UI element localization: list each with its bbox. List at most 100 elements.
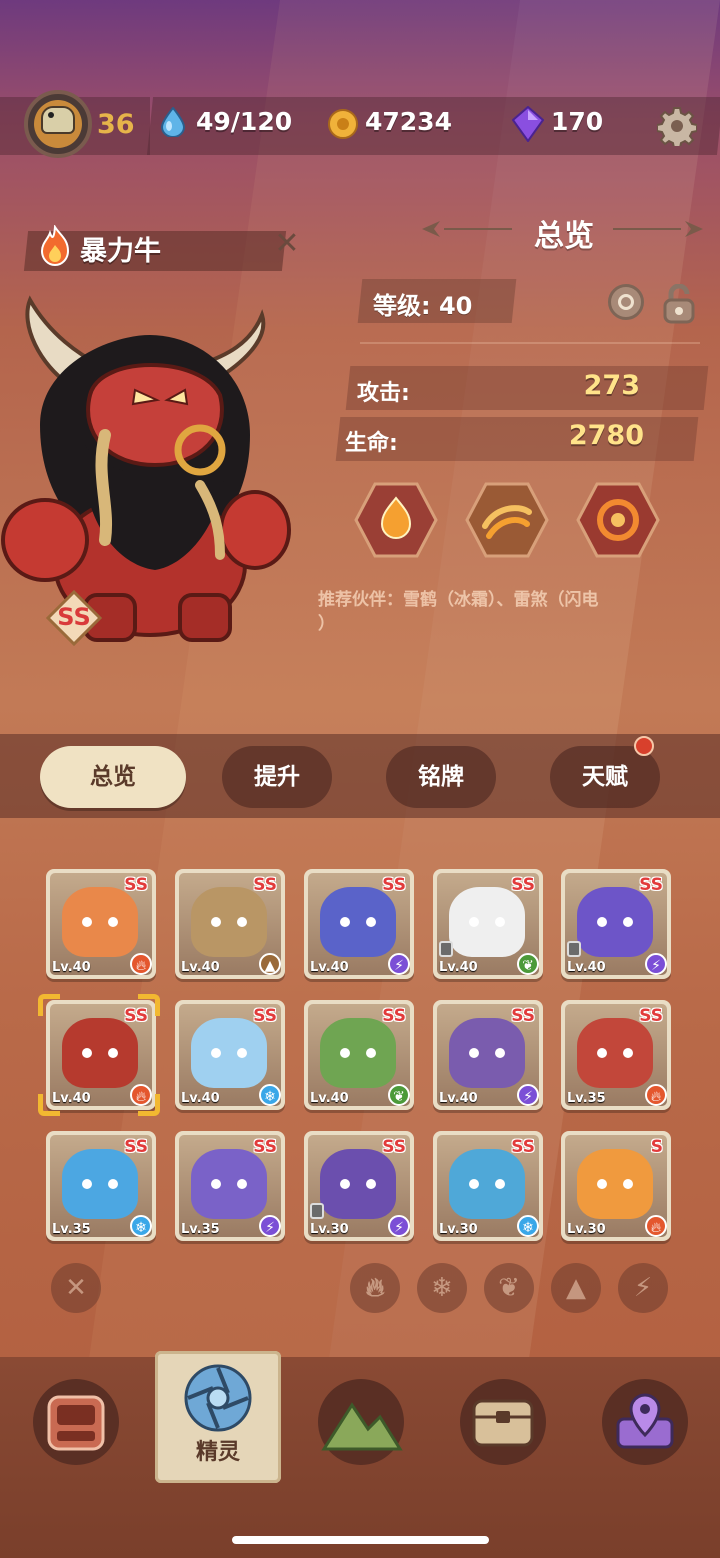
lightning-element-icon: ⚡︎ (388, 953, 410, 975)
lightning-element-icon: ⚡︎ (388, 1215, 410, 1237)
nav-world[interactable] (318, 1379, 404, 1465)
pet-portrait-figure (191, 1149, 267, 1219)
lock-icon (310, 1203, 324, 1219)
fire-element-icon: 🔥︎ (645, 1084, 667, 1106)
pet-eye (108, 1048, 118, 1058)
energy-value: 49/120 (196, 107, 293, 136)
backpack-icon (47, 1395, 105, 1451)
pet-name: 暴力牛 (80, 236, 161, 267)
pet-eye (366, 917, 376, 927)
title-ornament-left (422, 221, 512, 237)
lightning-element-icon: ⚡︎ (259, 1215, 281, 1237)
notification-badge (634, 736, 654, 756)
pet-eye (340, 1179, 350, 1189)
fire-element-icon: 🔥︎ (645, 1215, 667, 1237)
filter-ice-icon[interactable]: ❄ (417, 1263, 467, 1313)
pet-card[interactable]: SS Lv.30 ⚡︎ (304, 1131, 414, 1241)
pet-eye (623, 1179, 633, 1189)
skill-swirl-icon[interactable] (576, 482, 660, 558)
nav-backpack[interactable] (33, 1379, 119, 1465)
pet-portrait-figure (320, 1149, 396, 1219)
selection-corner-bl (38, 1094, 60, 1116)
skill-fire-drop-icon[interactable] (354, 482, 438, 558)
pet-character-illustration (1, 295, 291, 642)
pet-eye (597, 1048, 607, 1058)
pet-eye (340, 917, 350, 927)
pet-card[interactable]: SS Lv.40 ❦ (433, 869, 543, 979)
pet-eye (366, 1179, 376, 1189)
pet-card[interactable]: SS Lv.40 ⚡︎ (433, 1000, 543, 1110)
card-level: Lv.40 (52, 960, 91, 975)
pet-eye (211, 1179, 221, 1189)
pet-card[interactable]: SS Lv.40 ⚡︎ (561, 869, 671, 979)
tab-overview[interactable]: 总览 (40, 746, 186, 808)
skill-claw-icon[interactable] (465, 482, 549, 558)
selection-corner-tl (38, 994, 60, 1016)
pet-portrait-figure (191, 887, 267, 957)
pet-eye (366, 1048, 376, 1058)
filter-fire-icon[interactable]: 🔥︎ (350, 1263, 400, 1313)
card-rarity: SS (511, 1137, 535, 1157)
ice-element-icon: ❄ (517, 1215, 539, 1237)
pet-card[interactable]: SS Lv.35 ❄ (46, 1131, 156, 1241)
pet-portrait-figure (320, 1018, 396, 1088)
rarity-badge: SS (45, 589, 103, 647)
card-level: Lv.35 (181, 1222, 220, 1237)
pet-card[interactable]: SS Lv.30 ❄ (433, 1131, 543, 1241)
attack-label: 攻击: (357, 381, 410, 406)
pet-card[interactable]: SS Lv.35 ⚡︎ (175, 1131, 285, 1241)
card-level: Lv.40 (439, 960, 478, 975)
pet-eye (340, 1048, 350, 1058)
player-avatar[interactable] (24, 90, 92, 158)
tab-upgrade[interactable]: 提升 (222, 746, 332, 808)
lock-icon (439, 941, 453, 957)
unlock-icon[interactable] (661, 284, 697, 324)
close-icon[interactable]: ✕ (272, 229, 302, 259)
pet-eye (597, 917, 607, 927)
attack-value: 273 (583, 370, 640, 401)
pet-eye (623, 1048, 633, 1058)
pet-eye (82, 917, 92, 927)
pet-card[interactable]: SS Lv.40 🔥︎ (46, 869, 156, 979)
coin-value: 47234 (365, 107, 452, 136)
pet-portrait-figure (577, 1018, 653, 1088)
ice-element-icon: ❄ (259, 1084, 281, 1106)
pet-card[interactable]: SS Lv.40 ❦ (304, 1000, 414, 1110)
home-indicator (232, 1536, 489, 1544)
pet-eye (82, 1048, 92, 1058)
card-rarity: SS (253, 1006, 277, 1026)
filter-leaf-icon[interactable]: ❦ (484, 1263, 534, 1313)
pet-portrait-figure (577, 1149, 653, 1219)
card-level: Lv.35 (567, 1091, 606, 1106)
title-ornament-right (613, 221, 703, 237)
card-level: Lv.35 (52, 1222, 91, 1237)
filter-clear-icon[interactable]: ✕ (51, 1263, 101, 1313)
nav-map[interactable] (602, 1379, 688, 1465)
map-pin-icon (616, 1393, 674, 1449)
rarity-text: SS (57, 603, 91, 631)
pet-card[interactable]: SS Lv.35 🔥︎ (561, 1000, 671, 1110)
pet-eye (469, 1048, 479, 1058)
card-level: Lv.40 (181, 960, 220, 975)
pet-eye (237, 1179, 247, 1189)
card-level: Lv.40 (310, 1091, 349, 1106)
pet-level-text: 等级: 40 (373, 292, 473, 320)
fire-element-icon (40, 225, 70, 266)
card-level: Lv.40 (567, 960, 606, 975)
filter-lightning-icon[interactable]: ⚡︎ (618, 1263, 668, 1313)
pet-card[interactable]: SS Lv.40 ⚡︎ (304, 869, 414, 979)
settings-gear-icon[interactable] (657, 106, 697, 146)
lock-icon (567, 941, 581, 957)
pet-card[interactable]: SS Lv.40 ❄ (175, 1000, 285, 1110)
circle-icon[interactable] (608, 284, 644, 320)
tab-nameplate[interactable]: 铭牌 (386, 746, 496, 808)
gem-value: 170 (551, 107, 604, 136)
pet-card[interactable]: SS Lv.40 ▲ (175, 869, 285, 979)
nav-chest[interactable] (460, 1379, 546, 1465)
earth-element-icon: ▲ (259, 953, 281, 975)
card-rarity: SS (639, 1006, 663, 1026)
pet-eye (597, 1179, 607, 1189)
chest-icon (472, 1399, 534, 1447)
filter-earth-icon[interactable]: ▲ (551, 1263, 601, 1313)
pet-card[interactable]: S Lv.30 🔥︎ (561, 1131, 671, 1241)
